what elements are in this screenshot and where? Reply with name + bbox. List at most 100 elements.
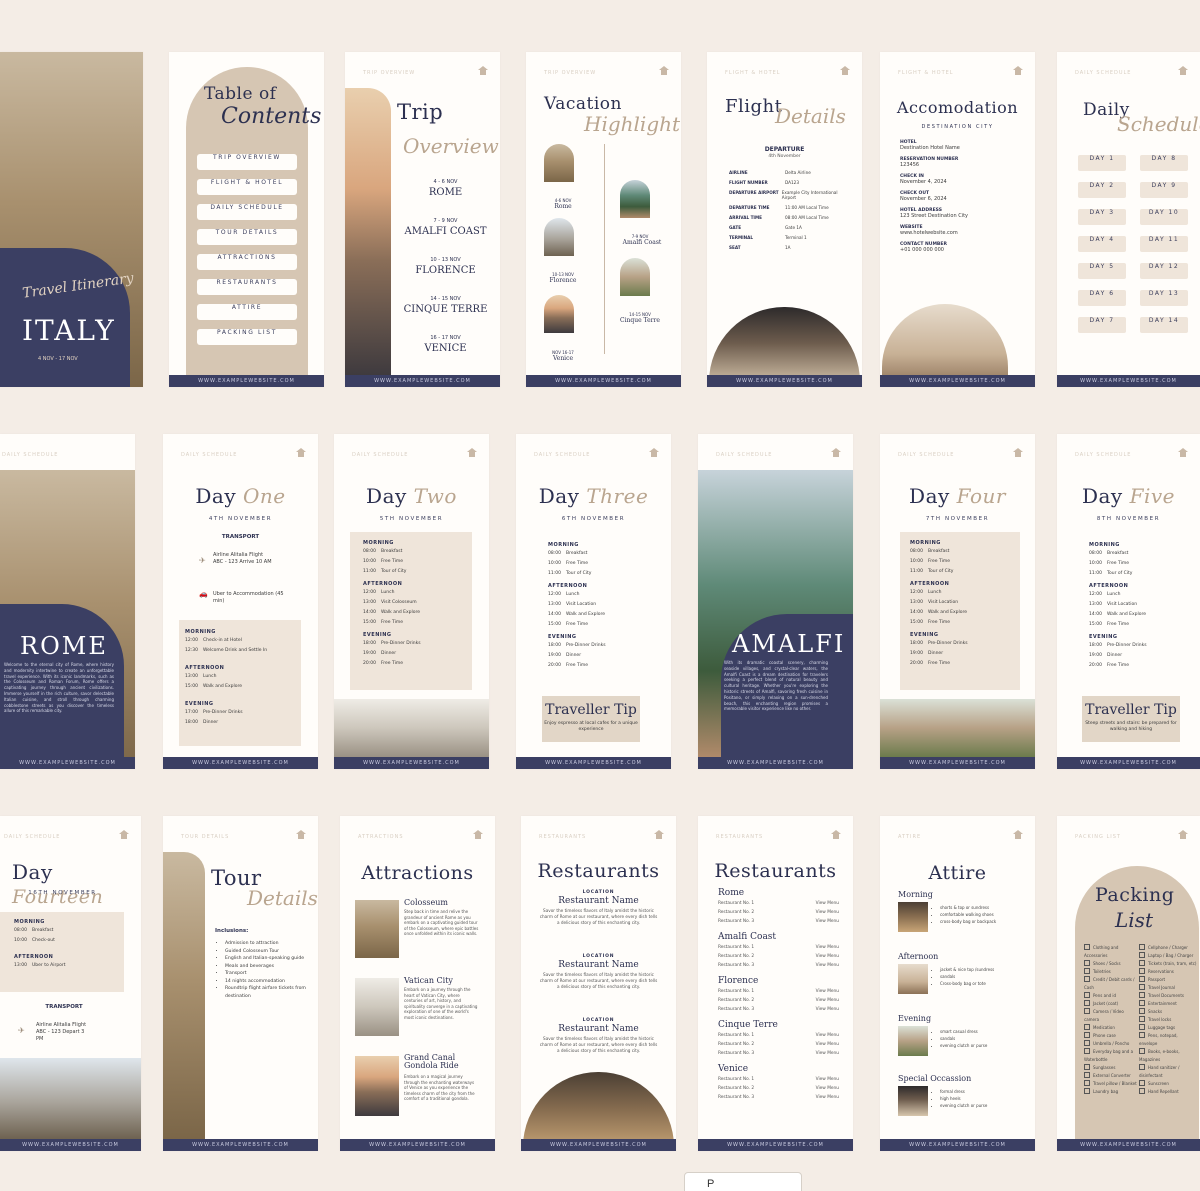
row-1: Travel Itinerary ITALY 4 NOV - 17 NOV Ta… [0,50,1200,390]
home-icon[interactable] [840,66,850,75]
day-button[interactable]: DAY 12 [1140,263,1188,279]
home-icon[interactable] [119,830,129,839]
day-button[interactable]: DAY 5 [1078,263,1126,279]
home-icon[interactable] [659,66,669,75]
page-daily-schedule[interactable]: DAILY SCHEDULE Daily Schedule DAY 1 DAY … [1057,52,1200,387]
page-day-five[interactable]: DAILY SCHEDULE Day Five 8TH NOVEMBER MOR… [1057,434,1200,769]
hotel-row: CONTACT NUMBER +01 000 000 000 [900,242,947,253]
page-attire[interactable]: ATTIRE Attire Morning shorts & top or su… [880,816,1035,1151]
page-attractions[interactable]: ATTRACTIONS Attractions Colosseum Step b… [340,816,495,1151]
day-button[interactable]: DAY 13 [1140,290,1188,306]
home-icon[interactable] [473,830,483,839]
flight-row: DEPARTURE AIRPORT Example City Internatio… [729,190,838,200]
footer-url: WWW.EXAMPLEWEBSITE.COM [340,1139,495,1151]
page-day-three[interactable]: DAILY SCHEDULE Day Three 6TH NOVEMBER MO… [516,434,671,769]
thumb-city: Florence [549,277,577,284]
toc-item[interactable]: TOUR DETAILS [197,229,297,245]
flight-script: Details [775,104,846,128]
home-icon[interactable] [1178,66,1188,75]
footer-url: WWW.EXAMPLEWEBSITE.COM [707,375,862,387]
page-day-two[interactable]: DAILY SCHEDULE Day Two 5TH NOVEMBER MORN… [334,434,489,769]
page-amalfi[interactable]: DAILY SCHEDULE AMALFI With its dramatic … [698,434,853,769]
schedule-list: MORNING 08:00 Breakfast 10:00 Free Time 11… [1089,542,1147,668]
footer-url: WWW.EXAMPLEWEBSITE.COM [163,1139,318,1151]
hotel-row: HOTEL ADDRESS 123 Street Destination City [900,208,968,219]
page-day-four[interactable]: DAILY SCHEDULE Day Four 7TH NOVEMBER MOR… [880,434,1035,769]
home-icon[interactable] [1013,830,1023,839]
hotel-row: HOTEL Destination Hotel Name [900,140,960,151]
toc-item[interactable]: FLIGHT & HOTEL [197,179,297,195]
home-icon[interactable] [1178,830,1188,839]
hotel-row: RESERVATION NUMBER 123456 [900,157,959,168]
daily-script: Schedule [1117,112,1200,136]
page-accomodation[interactable]: FLIGHT & HOTEL Accomodation DESTINATION … [880,52,1035,387]
day-button[interactable]: DAY 14 [1140,317,1188,333]
footer-url: WWW.EXAMPLEWEBSITE.COM [334,757,489,769]
rome-thumb [544,144,574,182]
thumb-city: Amalfi Coast [622,239,662,246]
page-tag: FLIGHT & HOTEL [725,70,781,76]
page-tour-details[interactable]: TOUR DETAILS Tour Details Inclusions: Ad… [163,816,318,1151]
preview-button[interactable]: P [684,1172,802,1191]
footer-url: WWW.EXAMPLEWEBSITE.COM [880,1139,1035,1151]
departure-label: DEPARTURE [764,146,805,153]
page-rome[interactable]: DAILY SCHEDULE ROME Welcome to the etern… [0,434,135,769]
flight-title: Flight [725,96,783,117]
toc-item[interactable]: DAILY SCHEDULE [197,204,297,220]
day-button[interactable]: DAY 11 [1140,236,1188,252]
day-button[interactable]: DAY 10 [1140,209,1188,225]
home-icon[interactable] [296,830,306,839]
home-icon[interactable] [831,830,841,839]
toc-item[interactable]: TRIP OVERVIEW [197,154,297,170]
toc-item[interactable]: PACKING LIST [197,329,297,345]
attraction-name: Colosseum [404,898,448,907]
page-table-of-contents[interactable]: Table of Contents TRIP OVERVIEW FLIGHT &… [169,52,324,387]
day-button[interactable]: DAY 2 [1078,182,1126,198]
page-tag: DAILY SCHEDULE [1075,70,1132,76]
attractions-title: Attractions [361,862,474,884]
overview-stops: 4 - 6 NOV ROME 7 - 9 NOV AMALFI COAST 10 -… [391,179,500,374]
page-trip-overview[interactable]: TRIP OVERVIEW Trip Overview 4 - 6 NOV ROM… [345,52,500,387]
home-icon[interactable] [1013,66,1023,75]
inclusions-label: Inclusions: [215,928,249,934]
hotel-row: WEBSITE www.hotelwebsite.com [900,225,958,236]
home-icon[interactable] [478,66,488,75]
page-vacation-highlight[interactable]: TRIP OVERVIEW Vacation Highlight 4-6 NOV… [526,52,681,387]
transport-flight: Airline Alitalia Flight ABC - 123 Arrive… [213,552,272,565]
page-packing-list[interactable]: PACKING LIST Packing List Clothing and A… [1057,816,1200,1151]
restaurant-list: Rome Restaurant No. 1 View Menu Restauran… [718,888,839,1100]
attraction-text: Embark on a magical journey through the … [404,1074,475,1101]
venice-basilica-photo [0,1058,141,1139]
page-day-one[interactable]: DAILY SCHEDULE Day One 4TH NOVEMBER TRAN… [163,434,318,769]
car-icon: 🚗 [199,590,208,598]
day-button[interactable]: DAY 3 [1078,209,1126,225]
page-tag: TOUR DETAILS [181,834,230,840]
page-tag: DAILY SCHEDULE [716,452,773,458]
toc-item[interactable]: ATTIRE [197,304,297,320]
day-button[interactable]: DAY 4 [1078,236,1126,252]
page-cover[interactable]: Travel Itinerary ITALY 4 NOV - 17 NOV [0,52,143,387]
packing-col-2: Cellphone / Charger Laptop / Bag / Charg… [1139,945,1197,1094]
schedule-box: MORNING 08:00 Breakfast 10:00 Check-out AF… [0,912,124,992]
page-flight-details[interactable]: FLIGHT & HOTEL Flight Details DEPARTURE … [707,52,862,387]
day-button[interactable]: DAY 8 [1140,155,1188,171]
restaurant-block: LOCATION Restaurant Name Savor the timel… [539,1018,658,1053]
day-heading: Day Fourteen [12,860,104,908]
day-button[interactable]: DAY 9 [1140,182,1188,198]
page-restaurants-list[interactable]: RESTAURANTS Restaurants Rome Restaurant … [698,816,853,1151]
toc-item[interactable]: RESTAURANTS [197,279,297,295]
attire-section: Evening smart casual dresssandalsevening… [898,1014,1023,1056]
day-button[interactable]: DAY 6 [1078,290,1126,306]
toc-script: Contents [221,104,322,129]
day-button[interactable]: DAY 7 [1078,317,1126,333]
day-button[interactable]: DAY 1 [1078,155,1126,171]
toc-item[interactable]: ATTRACTIONS [197,254,297,270]
footer-url: WWW.EXAMPLEWEBSITE.COM [526,375,681,387]
home-icon[interactable] [831,448,841,457]
inclusions-list: Admission to attraction Guided Colosseum… [221,940,311,1000]
home-icon[interactable] [654,830,664,839]
page-restaurants-detail[interactable]: RESTAURANTS Restaurants LOCATION Restaur… [521,816,676,1151]
page-day-fourteen[interactable]: DAILY SCHEDULE Day Fourteen 16TH NOVEMBE… [0,816,141,1151]
packing-title: Packing [1095,884,1175,906]
page-tag: RESTAURANTS [716,834,764,840]
